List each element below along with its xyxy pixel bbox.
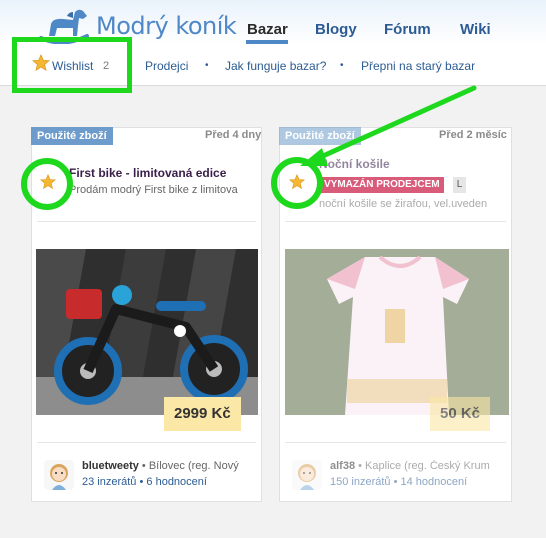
listing-description: Prodám modrý First bike z limitova	[69, 184, 238, 196]
site-logo-text[interactable]: Modrý koník	[96, 12, 237, 40]
seller-location: • Kaplice (reg. Český Krum	[358, 460, 490, 472]
seller-ads-link[interactable]: 150 inzerátů	[330, 476, 391, 488]
listing-title[interactable]: Noční košile	[319, 157, 390, 171]
star-highlight-ring	[271, 157, 323, 209]
listing-photo[interactable]	[36, 249, 258, 415]
divider	[37, 442, 256, 443]
divider	[285, 442, 506, 443]
nav-bazar[interactable]: Bazar	[247, 21, 288, 38]
price-tag: 2999 Kč	[164, 397, 241, 431]
listing-title[interactable]: First bike - limitovaná edice	[69, 166, 226, 180]
seller-stats: 23 inzerátů • 6 hodnocení	[82, 476, 207, 488]
category-label: Použité zboží	[31, 127, 113, 145]
how-bazar-works-link[interactable]: Jak funguje bazar?	[225, 59, 326, 73]
seller-info: alf38 • Kaplice (reg. Český Krum	[330, 460, 508, 472]
divider	[285, 221, 506, 222]
seller-ratings-link[interactable]: 14 hodnocení	[401, 476, 468, 488]
listing-date: Před 2 měsíc	[439, 129, 507, 141]
seller-ratings-link[interactable]: 6 hodnocení	[146, 476, 207, 488]
price-tag: 50 Kč	[430, 397, 491, 431]
nav-blogy[interactable]: Blogy	[315, 21, 357, 38]
seller-info: bluetweety • Bílovec (reg. Nový	[82, 460, 260, 472]
size-badge: L	[453, 177, 466, 193]
nav-forum[interactable]: Fórum	[384, 21, 431, 38]
seller-location: • Bílovec (reg. Nový	[141, 460, 239, 472]
seller-ads-link[interactable]: 23 inzerátů	[82, 476, 136, 488]
removed-by-seller-badge: VYMAZÁN PRODEJCEM	[320, 177, 444, 193]
wishlist-highlight-box	[12, 37, 132, 93]
listing-date: Před 4 dny	[205, 129, 262, 141]
seller-stats: 150 inzerátů • 14 hodnocení	[330, 476, 468, 488]
divider	[37, 221, 256, 222]
category-label: Použité zboží	[279, 127, 361, 145]
star-highlight-ring	[21, 158, 73, 210]
seller-avatar[interactable]	[44, 460, 74, 490]
nav-wiki[interactable]: Wiki	[460, 21, 491, 38]
separator-dot: •	[205, 60, 209, 71]
seller-name[interactable]: alf38	[330, 460, 355, 472]
listing-description: noční košile se žirafou, vel.uveden	[319, 198, 488, 210]
prodejci-link[interactable]: Prodejci	[145, 59, 188, 73]
seller-avatar[interactable]	[292, 460, 322, 490]
seller-name[interactable]: bluetweety	[82, 460, 139, 472]
balance-bike-image	[36, 249, 258, 415]
girl-avatar-icon	[50, 464, 68, 490]
nightgown-image	[285, 249, 509, 415]
separator-dot: •	[340, 60, 344, 71]
listing-photo[interactable]	[285, 249, 509, 415]
girl-avatar-icon	[298, 464, 316, 490]
old-bazar-link[interactable]: Přepni na starý bazar	[361, 59, 475, 73]
